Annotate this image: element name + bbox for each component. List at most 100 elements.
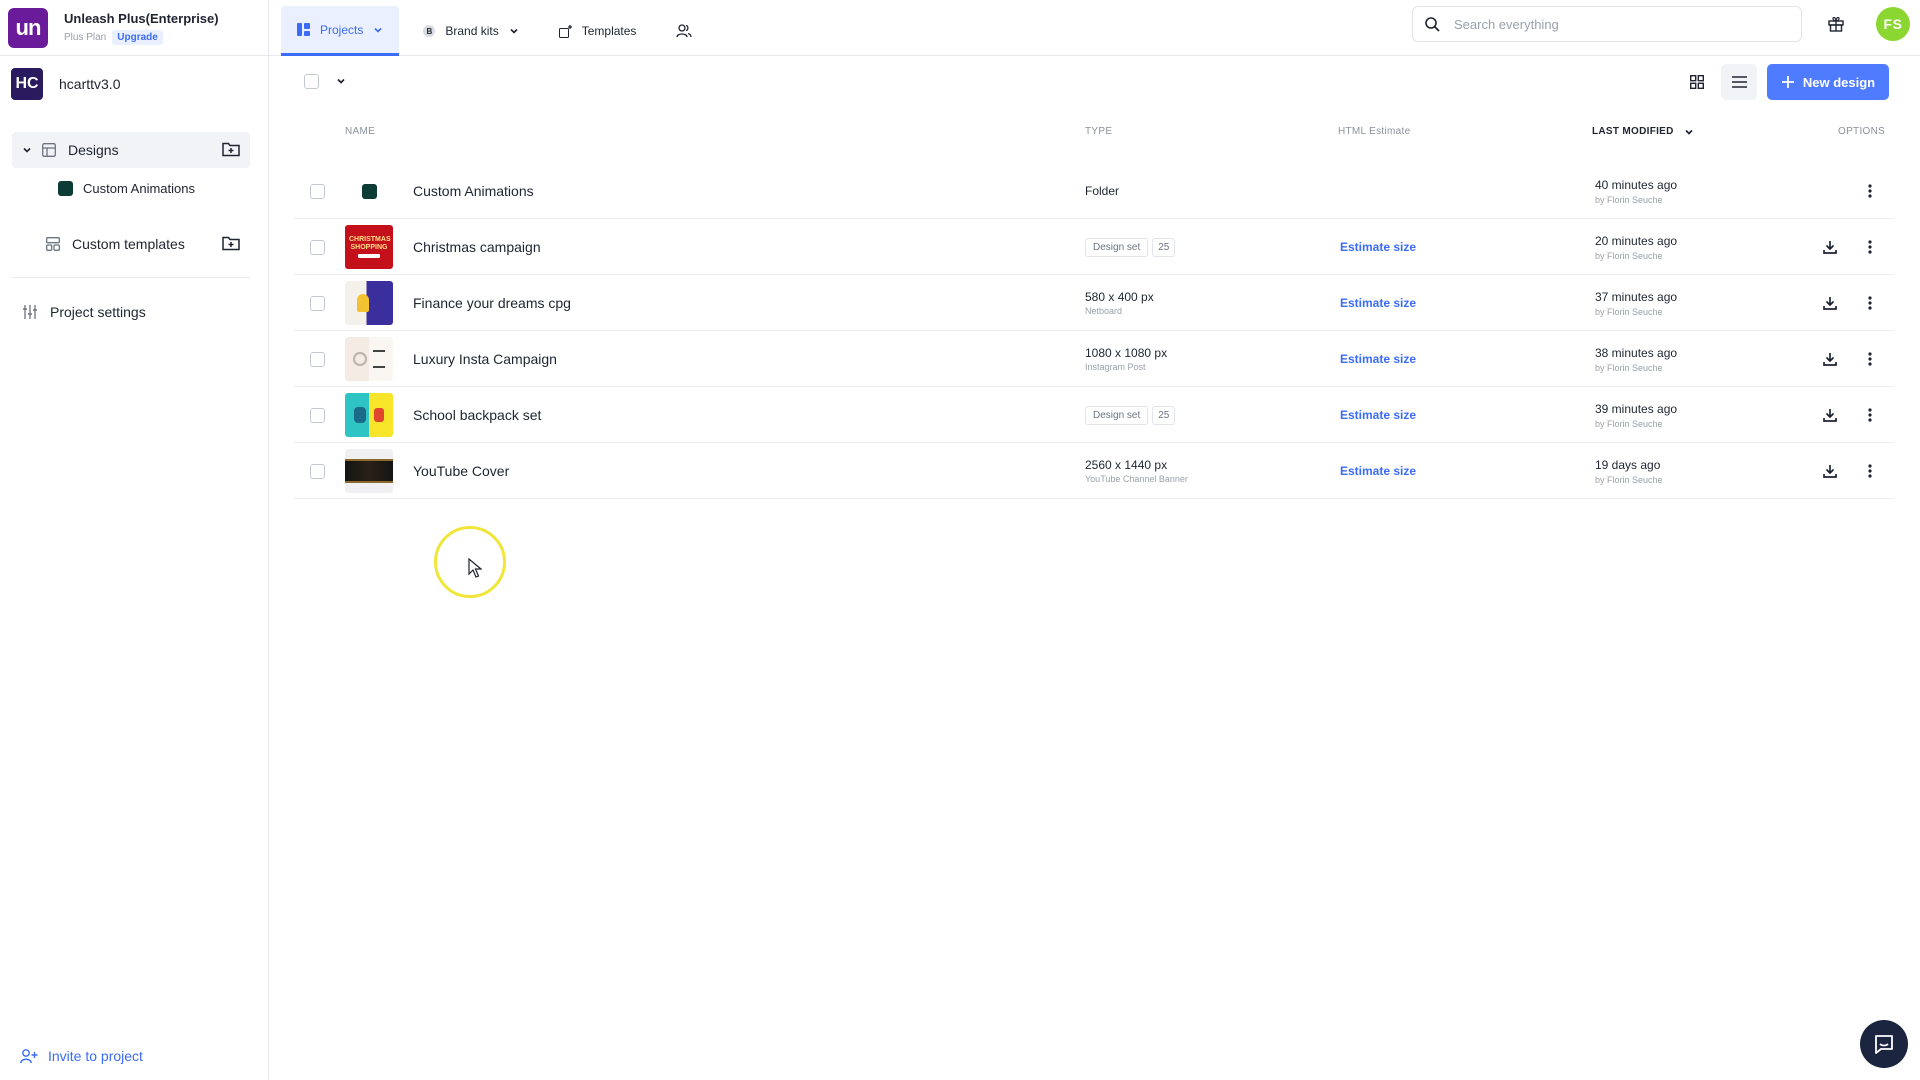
row-name[interactable]: Custom Animations [413, 183, 534, 199]
design-thumbnail[interactable] [345, 337, 393, 381]
row-modified: 20 minutes ago [1595, 233, 1678, 248]
search-icon [1425, 16, 1440, 32]
search-input[interactable] [1454, 16, 1774, 32]
header-options: OPTIONS [1838, 126, 1886, 137]
team-button[interactable] [660, 6, 708, 56]
row-type-format: Netboard [1085, 306, 1123, 316]
table-row[interactable]: Finance your dreams cpg 580 x 400 px Net… [294, 275, 1894, 331]
row-name[interactable]: Luxury Insta Campaign [413, 351, 557, 367]
row-checkbox[interactable] [310, 183, 325, 199]
download-icon[interactable] [1818, 291, 1842, 315]
gift-icon[interactable] [1824, 12, 1848, 36]
download-icon[interactable] [1818, 403, 1842, 427]
table-row[interactable]: School backpack set Design set 25 Estima… [294, 387, 1894, 443]
projects-icon [297, 23, 310, 36]
row-modified: 38 minutes ago [1595, 345, 1678, 360]
list-view-button[interactable] [1721, 64, 1757, 100]
more-options-icon[interactable] [1858, 179, 1882, 203]
more-options-icon[interactable] [1858, 291, 1882, 315]
header-name[interactable]: NAME [345, 126, 375, 137]
invite-label: Invite to project [48, 1048, 143, 1064]
row-checkbox[interactable] [310, 351, 325, 367]
sidebar-item-custom-templates[interactable]: Custom templates [12, 226, 250, 262]
design-thumbnail[interactable]: CHRISTMAS SHOPPING [345, 225, 393, 269]
estimate-size-link[interactable]: Estimate size [1340, 464, 1416, 478]
row-modified: 40 minutes ago [1595, 177, 1678, 192]
table-row[interactable]: Luxury Insta Campaign 1080 x 1080 px Ins… [294, 331, 1894, 387]
thumbnail-text: CHRISTMAS SHOPPING [349, 235, 391, 251]
design-count-tag: 25 [1152, 237, 1176, 257]
download-icon[interactable] [1818, 235, 1842, 259]
row-modified-by: by Florin Seuche [1595, 418, 1663, 429]
new-design-button[interactable]: New design [1767, 64, 1889, 100]
grid-icon [1690, 75, 1704, 89]
chat-icon [1873, 1033, 1895, 1055]
settings-sliders-icon [22, 305, 38, 319]
sidebar-item-project-settings[interactable]: Project settings [8, 294, 246, 330]
download-icon[interactable] [1818, 459, 1842, 483]
row-name[interactable]: YouTube Cover [413, 463, 509, 479]
tab-templates[interactable]: Templates [543, 6, 653, 56]
org-switcher[interactable]: un Unleash Plus(Enterprise) Plus Plan Up… [0, 0, 269, 56]
sidebar-item-custom-animations[interactable]: Custom Animations [58, 181, 195, 196]
design-thumbnail[interactable] [345, 393, 393, 437]
plus-icon [1781, 75, 1795, 89]
select-options-chevron-icon[interactable] [336, 76, 346, 86]
row-name[interactable]: School backpack set [413, 407, 541, 423]
org-logo: un [8, 8, 48, 48]
more-options-icon[interactable] [1858, 347, 1882, 371]
header-type[interactable]: TYPE [1085, 126, 1112, 137]
row-checkbox[interactable] [310, 295, 325, 311]
folder-color-icon [58, 181, 73, 196]
project-header[interactable]: HC hcarttv3.0 [0, 56, 268, 112]
list-icon [1731, 76, 1747, 88]
row-name[interactable]: Christmas campaign [413, 239, 541, 255]
search-box[interactable] [1412, 6, 1802, 42]
sidebar-item-designs[interactable]: Designs [12, 132, 250, 168]
invite-to-project-link[interactable]: Invite to project [20, 1048, 143, 1064]
estimate-size-link[interactable]: Estimate size [1340, 408, 1416, 422]
upgrade-button[interactable]: Upgrade [112, 30, 163, 45]
new-folder-icon[interactable] [222, 141, 240, 157]
download-icon[interactable] [1818, 347, 1842, 371]
more-options-icon[interactable] [1858, 235, 1882, 259]
table-row[interactable]: Custom Animations Folder 40 minutes ago … [294, 163, 1894, 219]
row-modified: 19 days ago [1595, 457, 1661, 472]
row-checkbox[interactable] [310, 239, 325, 255]
new-folder-icon[interactable] [222, 235, 240, 251]
grid-view-button[interactable] [1679, 64, 1715, 100]
row-name[interactable]: Finance your dreams cpg [413, 295, 571, 311]
row-type-format: YouTube Channel Banner [1085, 474, 1188, 484]
design-list: Custom Animations Folder 40 minutes ago … [294, 163, 1894, 499]
more-options-icon[interactable] [1858, 459, 1882, 483]
tab-projects[interactable]: Projects [281, 6, 400, 56]
table-row[interactable]: YouTube Cover 2560 x 1440 px YouTube Cha… [294, 443, 1894, 499]
row-modified-by: by Florin Seuche [1595, 474, 1663, 485]
org-name: Unleash Plus(Enterprise) [64, 11, 219, 26]
row-checkbox[interactable] [310, 463, 325, 479]
header-last-modified[interactable]: LAST MODIFIED [1592, 126, 1694, 137]
estimate-size-link[interactable]: Estimate size [1340, 296, 1416, 310]
chevron-down-icon [373, 25, 383, 35]
estimate-size-link[interactable]: Estimate size [1340, 352, 1416, 366]
sort-chevron-icon[interactable] [1684, 127, 1694, 137]
design-thumbnail[interactable] [345, 281, 393, 325]
design-set-tag: Design set [1085, 405, 1149, 425]
estimate-size-link[interactable]: Estimate size [1340, 240, 1416, 254]
tab-projects-label: Projects [320, 22, 364, 37]
chevron-down-icon [509, 26, 519, 36]
chevron-down-icon[interactable] [22, 145, 32, 155]
sidebar-item-custom-templates-label: Custom templates [72, 236, 185, 252]
chat-launcher-button[interactable] [1860, 1020, 1908, 1068]
select-all-checkbox[interactable] [304, 74, 319, 89]
header-html-estimate: HTML Estimate [1338, 126, 1411, 137]
tab-brand-kits[interactable]: B Brand kits [407, 6, 534, 56]
user-avatar[interactable]: FS [1876, 7, 1910, 41]
table-row[interactable]: CHRISTMAS SHOPPING Christmas campaign De… [294, 219, 1894, 275]
project-name: hcarttv3.0 [59, 76, 121, 92]
design-thumbnail[interactable] [345, 449, 393, 493]
sidebar-item-designs-label: Designs [68, 142, 119, 158]
row-checkbox[interactable] [310, 407, 325, 423]
more-options-icon[interactable] [1858, 403, 1882, 427]
design-count-tag: 25 [1152, 405, 1176, 425]
